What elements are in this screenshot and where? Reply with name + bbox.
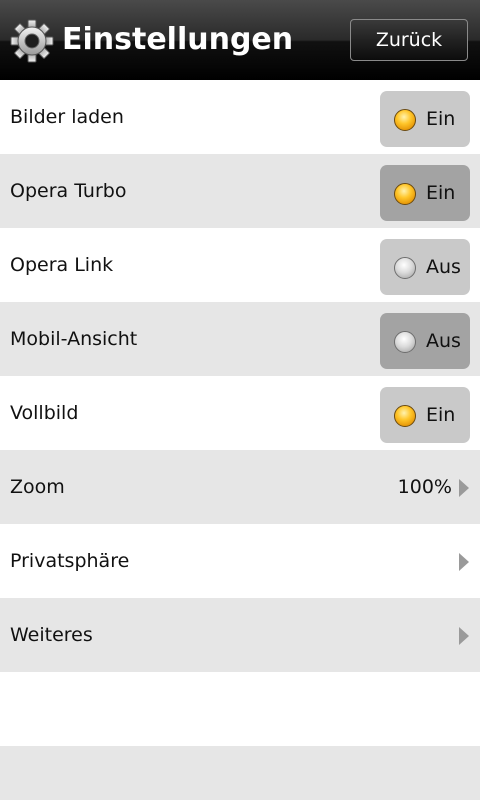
chevron-right-icon <box>459 627 469 645</box>
toggle-state: Aus <box>426 330 461 352</box>
nav-label: Weiteres <box>10 624 93 646</box>
setting-label: Bilder laden <box>10 106 124 128</box>
led-off-icon <box>394 331 416 353</box>
empty-row <box>0 672 480 746</box>
setting-row-bilder-laden[interactable]: Bilder laden Ein <box>0 80 480 154</box>
settings-screen: Einstellungen Zurück Bilder laden Ein Op… <box>0 0 480 800</box>
nav-label: Zoom <box>10 476 65 498</box>
chevron-right-icon <box>459 553 469 571</box>
title-bar: Einstellungen Zurück <box>0 0 480 80</box>
led-on-icon <box>394 405 416 427</box>
setting-label: Opera Link <box>10 254 114 276</box>
toggle-button[interactable]: Ein <box>380 91 470 147</box>
led-off-icon <box>394 257 416 279</box>
gear-icon <box>10 19 54 63</box>
nav-row-zoom[interactable]: Zoom 100% <box>0 450 480 524</box>
chevron-right-icon <box>459 479 469 497</box>
setting-label: Vollbild <box>10 402 79 424</box>
nav-label: Privatsphäre <box>10 550 130 572</box>
page-title: Einstellungen <box>62 22 294 57</box>
led-on-icon <box>394 183 416 205</box>
toggle-state: Ein <box>426 182 456 204</box>
led-on-icon <box>394 109 416 131</box>
toggle-button[interactable]: Aus <box>380 239 470 295</box>
setting-row-mobil-ansicht[interactable]: Mobil-Ansicht Aus <box>0 302 480 376</box>
toggle-state: Ein <box>426 108 456 130</box>
empty-row <box>0 746 480 800</box>
nav-row-weiteres[interactable]: Weiteres <box>0 598 480 672</box>
back-button[interactable]: Zurück <box>350 19 468 61</box>
toggle-state: Aus <box>426 256 461 278</box>
toggle-button[interactable]: Ein <box>380 165 470 221</box>
zoom-value: 100% <box>397 476 452 498</box>
toggle-button[interactable]: Ein <box>380 387 470 443</box>
nav-row-privatsphaere[interactable]: Privatsphäre <box>0 524 480 598</box>
toggle-button[interactable]: Aus <box>380 313 470 369</box>
setting-row-vollbild[interactable]: Vollbild Ein <box>0 376 480 450</box>
toggle-state: Ein <box>426 404 456 426</box>
setting-label: Mobil-Ansicht <box>10 328 138 350</box>
setting-row-opera-link[interactable]: Opera Link Aus <box>0 228 480 302</box>
setting-row-opera-turbo[interactable]: Opera Turbo Ein <box>0 154 480 228</box>
setting-label: Opera Turbo <box>10 180 127 202</box>
